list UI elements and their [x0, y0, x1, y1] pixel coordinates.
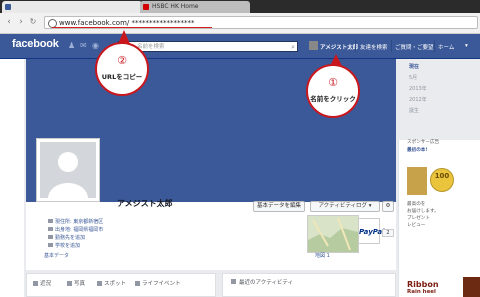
url-text: www.facebook.com/ ****************** — [59, 19, 195, 27]
sponsor-label: スポンサー広告 — [407, 140, 440, 145]
ad-ribbon[interactable]: Ribbon Rain heel — [405, 278, 461, 297]
pencil-icon — [33, 281, 38, 286]
browser-toolbar: ‹ › ↻ www.facebook.com/ ****************… — [0, 13, 480, 34]
default-avatar-icon — [40, 142, 96, 198]
facebook-top-bar: facebook ♟ ✉ ◉ 名前を検索 ⌕ アメジスト太郎 友達を検索 ご質問… — [0, 34, 480, 59]
map-label[interactable]: 地図 1 — [315, 252, 330, 259]
callout-text: 名前をクリック — [310, 95, 356, 103]
add-school-link[interactable]: 学校を追加 — [48, 242, 80, 249]
map-thumbnail[interactable] — [307, 215, 359, 253]
year-item[interactable]: 2012年 — [409, 96, 427, 103]
tab-title: HSBC HK Home — [152, 3, 199, 10]
paypal-app-tile[interactable]: PayPal — [358, 218, 385, 244]
tab-photo[interactable]: 写真 — [67, 279, 85, 287]
ad-book-image[interactable] — [407, 167, 427, 195]
nav-divider — [391, 40, 392, 52]
year-item[interactable]: 2013年 — [409, 85, 427, 92]
tab-label: 近況 — [40, 281, 52, 287]
briefcase-icon — [48, 235, 53, 239]
edit-profile-button[interactable]: 基本データを編集 — [253, 201, 305, 212]
flag-icon — [135, 281, 140, 286]
callout-text: URLをコピー — [101, 73, 143, 81]
info-text: 勤務先を追加 — [55, 235, 86, 241]
tab-facebook[interactable] — [2, 1, 142, 13]
search-icon[interactable]: ⌕ — [291, 43, 295, 51]
tab-life-event[interactable]: ライフイベント — [135, 279, 181, 287]
school-icon — [48, 243, 53, 247]
ad-title[interactable]: 最初の本! — [407, 148, 427, 154]
search-input[interactable]: 名前を検索 ⌕ — [118, 41, 298, 52]
tab-label: スポット — [104, 281, 127, 287]
callout-number: ① — [328, 76, 338, 89]
composer-tabs: 近況 写真 スポット ライフイベント — [26, 273, 216, 297]
nav-divider — [434, 40, 435, 52]
gear-icon[interactable]: ⚙ — [382, 201, 394, 212]
nav-profile-name[interactable]: アメジスト太郎 — [320, 43, 358, 51]
reload-icon[interactable]: ↻ — [28, 17, 38, 27]
activity-header: 最近のアクティビティ — [239, 280, 294, 286]
ad-text: お届けします。 — [407, 209, 439, 214]
ad-text: レビュー — [407, 223, 426, 228]
info-text: 学校を追加 — [55, 243, 81, 249]
ribbon-subtitle: Rain heel — [407, 289, 436, 295]
pin-icon — [48, 227, 53, 231]
nav-divider — [355, 40, 356, 52]
profile-name[interactable]: アメジスト太郎 — [117, 198, 173, 209]
facebook-logo[interactable]: facebook — [12, 38, 59, 50]
tab-label: 写真 — [74, 281, 86, 287]
browser-tab-strip: HSBC HK Home — [0, 0, 480, 13]
year-current[interactable]: 現在 — [409, 63, 419, 70]
tab-label: ライフイベント — [142, 281, 181, 287]
callout-click-name: ① 名前をクリック — [306, 64, 360, 118]
url-highlight-underline — [52, 27, 212, 28]
camera-icon — [67, 281, 72, 286]
activity-log-label: アクティビティログ — [318, 203, 368, 209]
ad-ribbon-image[interactable] — [463, 277, 480, 297]
year-item[interactable]: 誕生 — [409, 107, 419, 114]
basic-data-link[interactable]: 基本データ — [44, 252, 69, 259]
back-icon[interactable]: ‹ — [4, 17, 14, 27]
app-count-dropdown[interactable]: 2 — [382, 229, 394, 237]
messages-icon[interactable]: ✉ — [80, 42, 88, 50]
ribbon-title: Ribbon — [407, 280, 439, 289]
profile-picture[interactable] — [36, 138, 100, 202]
activity-log-button[interactable]: アクティビティログ ▾ — [310, 201, 380, 212]
activity-icon — [231, 279, 236, 284]
notifications-icon[interactable]: ◉ — [92, 42, 100, 50]
ad-100-badge[interactable]: 100 — [430, 168, 454, 192]
left-margin — [0, 59, 24, 297]
nav-avatar[interactable] — [309, 41, 318, 50]
home-icon — [48, 219, 53, 223]
nav-home[interactable]: ホーム — [438, 43, 454, 51]
info-hometown: 出身地: 福岡県福岡市 — [48, 226, 103, 233]
forward-icon[interactable]: › — [16, 17, 26, 27]
tab-status[interactable]: 近況 — [33, 279, 51, 287]
hsbc-favicon-icon — [143, 4, 149, 10]
ad-text: 最高のを — [407, 202, 426, 207]
recent-activity-panel: 最近のアクティビティ — [222, 273, 396, 297]
info-text: 出身地: 福岡県福岡市 — [55, 227, 104, 233]
account-dropdown-icon[interactable]: ▾ — [465, 43, 468, 49]
year-item[interactable]: 5月 — [409, 74, 417, 81]
location-icon — [97, 281, 102, 286]
sponsored-ads-column: スポンサー広告 最初の本! 最高のを お届けします。 プレゼント レビュー — [398, 140, 480, 297]
facebook-favicon-icon — [5, 4, 11, 10]
tab-hsbc[interactable]: HSBC HK Home — [140, 1, 250, 13]
nav-find-friends[interactable]: 友達を検索 — [360, 43, 388, 51]
info-residence: 現住所: 東京都新宿区 — [48, 218, 103, 225]
map-icon — [308, 217, 358, 252]
tab-spot[interactable]: スポット — [97, 279, 126, 287]
add-workplace-link[interactable]: 勤務先を追加 — [48, 234, 85, 241]
friend-requests-icon[interactable]: ♟ — [68, 42, 76, 50]
callout-copy-url: ② URLをコピー — [95, 42, 149, 96]
callout-number: ② — [117, 54, 127, 67]
nav-help[interactable]: ご質問・ご要望 — [395, 43, 434, 51]
timeline-year-nav: 現在 5月 2013年 2012年 誕生 — [407, 59, 447, 139]
ad-text: プレゼント — [407, 216, 430, 221]
info-text: 現住所: 東京都新宿区 — [55, 219, 104, 225]
